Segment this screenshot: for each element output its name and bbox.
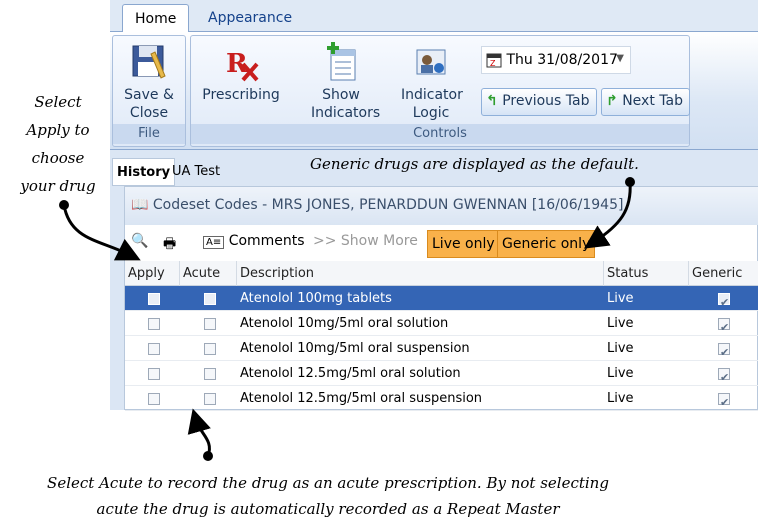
calendar-icon: Z bbox=[486, 53, 502, 68]
header-generic[interactable]: Generic bbox=[689, 261, 758, 286]
table-row[interactable]: Atenolol 12.5mg/5ml oral suspension Live bbox=[125, 386, 758, 415]
live-only-button[interactable]: Live only bbox=[427, 230, 500, 258]
drug-description: Atenolol 100mg tablets bbox=[240, 291, 392, 306]
prescribing-button[interactable]: R Prescribing bbox=[201, 42, 281, 104]
codeset-title-bar: 📖 Codeset Codes - MRS JONES, PENARDDUN G… bbox=[125, 187, 758, 225]
apply-checkbox[interactable] bbox=[145, 336, 180, 361]
header-acute[interactable]: Acute bbox=[180, 261, 237, 286]
generic-checkbox[interactable] bbox=[715, 311, 758, 340]
previous-tab-button[interactable]: ↰ Previous Tab bbox=[481, 88, 597, 116]
show-indicators-button[interactable]: Show Indicators bbox=[301, 42, 381, 122]
table-row[interactable]: Atenolol 12.5mg/5ml oral solution Live bbox=[125, 361, 758, 390]
controls-group-label: Controls bbox=[191, 124, 689, 144]
drug-status: Live bbox=[607, 341, 634, 356]
book-icon: 📖 bbox=[131, 197, 149, 213]
apply-checkbox[interactable] bbox=[145, 311, 180, 336]
previous-tab-icon: ↰ bbox=[486, 93, 498, 109]
comments-icon: A≡ bbox=[203, 236, 225, 249]
indicator-logic-label: Indicator Logic bbox=[401, 87, 463, 121]
apply-note-line: choose bbox=[31, 149, 85, 167]
show-indicators-label: Show Indicators bbox=[311, 87, 381, 121]
svg-text:Z: Z bbox=[490, 59, 496, 68]
tab-appearance[interactable]: Appearance bbox=[196, 4, 304, 33]
drug-status: Live bbox=[607, 316, 634, 331]
drug-status: Live bbox=[607, 391, 634, 406]
table-row[interactable]: Atenolol 10mg/5ml oral suspension Live bbox=[125, 336, 758, 365]
preview-icon[interactable]: 🔍 bbox=[131, 233, 148, 249]
acute-note-line: Select Acute to record the drug as an ac… bbox=[47, 474, 609, 492]
application-window: Home Appearance Save & Close File R Pres… bbox=[110, 0, 758, 415]
previous-tab-label: Previous Tab bbox=[502, 93, 590, 109]
date-value: Thu 31/08/2017 bbox=[506, 52, 618, 68]
chevron-down-icon[interactable]: ▼ bbox=[616, 53, 624, 64]
drug-description: Atenolol 12.5mg/5ml oral solution bbox=[240, 366, 461, 381]
file-group: Save & Close File bbox=[112, 35, 186, 147]
ribbon: Save & Close File R Prescribing Show Ind… bbox=[110, 32, 758, 150]
generic-checkbox[interactable] bbox=[715, 386, 758, 415]
codeset-title: Codeset Codes - MRS JONES, PENARDDUN GWE… bbox=[152, 197, 624, 213]
apply-checkbox[interactable] bbox=[145, 386, 180, 411]
next-tab-label: Next Tab bbox=[622, 93, 683, 109]
generic-checkbox[interactable] bbox=[715, 361, 758, 390]
apply-checkbox[interactable] bbox=[145, 361, 180, 386]
acute-checkbox[interactable] bbox=[201, 286, 237, 311]
drug-description: Atenolol 12.5mg/5ml oral suspension bbox=[240, 391, 483, 406]
tab-home[interactable]: Home bbox=[122, 4, 190, 33]
tab-history[interactable]: History bbox=[112, 158, 176, 186]
ribbon-tab-strip: Home Appearance bbox=[110, 0, 758, 33]
prescribing-label: Prescribing bbox=[202, 87, 280, 103]
header-status[interactable]: Status bbox=[604, 261, 689, 286]
file-group-label: File bbox=[113, 124, 185, 144]
acute-note-line: acute the drug is automatically recorded… bbox=[96, 500, 560, 518]
controls-group: R Prescribing Show Indicators Indicator … bbox=[190, 35, 690, 147]
acute-checkbox[interactable] bbox=[201, 361, 237, 386]
apply-checkbox[interactable] bbox=[145, 286, 180, 311]
drug-description: Atenolol 10mg/5ml oral solution bbox=[240, 316, 449, 331]
table-row[interactable]: Atenolol 10mg/5ml oral solution Live bbox=[125, 311, 758, 340]
prescription-icon: R bbox=[226, 49, 259, 82]
comments-button[interactable]: A≡ Comments bbox=[203, 233, 305, 249]
arrow-to-acute bbox=[187, 408, 213, 461]
header-apply[interactable]: Apply bbox=[125, 261, 180, 286]
show-indicators-icon bbox=[327, 42, 356, 81]
generic-only-button[interactable]: Generic only bbox=[497, 230, 596, 258]
acute-checkbox[interactable] bbox=[201, 336, 237, 361]
save-close-label: Save & Close bbox=[124, 87, 174, 121]
show-more-button[interactable]: >> Show More bbox=[313, 233, 418, 249]
drug-status: Live bbox=[607, 291, 634, 306]
codeset-panel: 📖 Codeset Codes - MRS JONES, PENARDDUN G… bbox=[124, 186, 758, 415]
acute-checkbox[interactable] bbox=[201, 311, 237, 336]
grid-header-row: Apply Acute Description Status Generic bbox=[125, 261, 758, 286]
comments-label: Comments bbox=[228, 233, 305, 249]
print-icon[interactable]: 🖶 bbox=[163, 233, 176, 257]
apply-annotation: Select Apply to choose your drug bbox=[18, 88, 98, 200]
drug-description: Atenolol 10mg/5ml oral suspension bbox=[240, 341, 470, 356]
generic-annotation: Generic drugs are displayed as the defau… bbox=[310, 155, 639, 173]
tab-ua-test[interactable]: UA Test bbox=[168, 158, 224, 186]
codeset-toolbar: 🔍 🖶 A≡ Comments >> Show More Live only G… bbox=[125, 227, 758, 259]
header-description[interactable]: Description bbox=[237, 261, 604, 286]
indicator-logic-button[interactable]: Indicator Logic bbox=[391, 42, 471, 122]
apply-note-line: your drug bbox=[20, 177, 96, 195]
next-tab-button[interactable]: ↱ Next Tab bbox=[601, 88, 690, 116]
apply-note-line: Apply to bbox=[26, 121, 90, 139]
indicator-logic-icon bbox=[416, 49, 446, 75]
drug-status: Live bbox=[607, 366, 634, 381]
generic-checkbox[interactable] bbox=[715, 336, 758, 365]
acute-checkbox[interactable] bbox=[201, 386, 237, 411]
save-icon bbox=[132, 45, 166, 79]
apply-note-line: Select bbox=[34, 93, 82, 111]
save-close-button[interactable]: Save & Close bbox=[117, 42, 181, 122]
generic-checkbox[interactable] bbox=[715, 286, 758, 315]
next-tab-icon: ↱ bbox=[606, 93, 618, 109]
table-row[interactable]: Atenolol 100mg tablets Live bbox=[125, 286, 758, 315]
acute-annotation: Select Acute to record the drug as an ac… bbox=[28, 470, 628, 522]
date-picker[interactable]: Z Thu 31/08/2017 ▼ bbox=[481, 46, 631, 74]
